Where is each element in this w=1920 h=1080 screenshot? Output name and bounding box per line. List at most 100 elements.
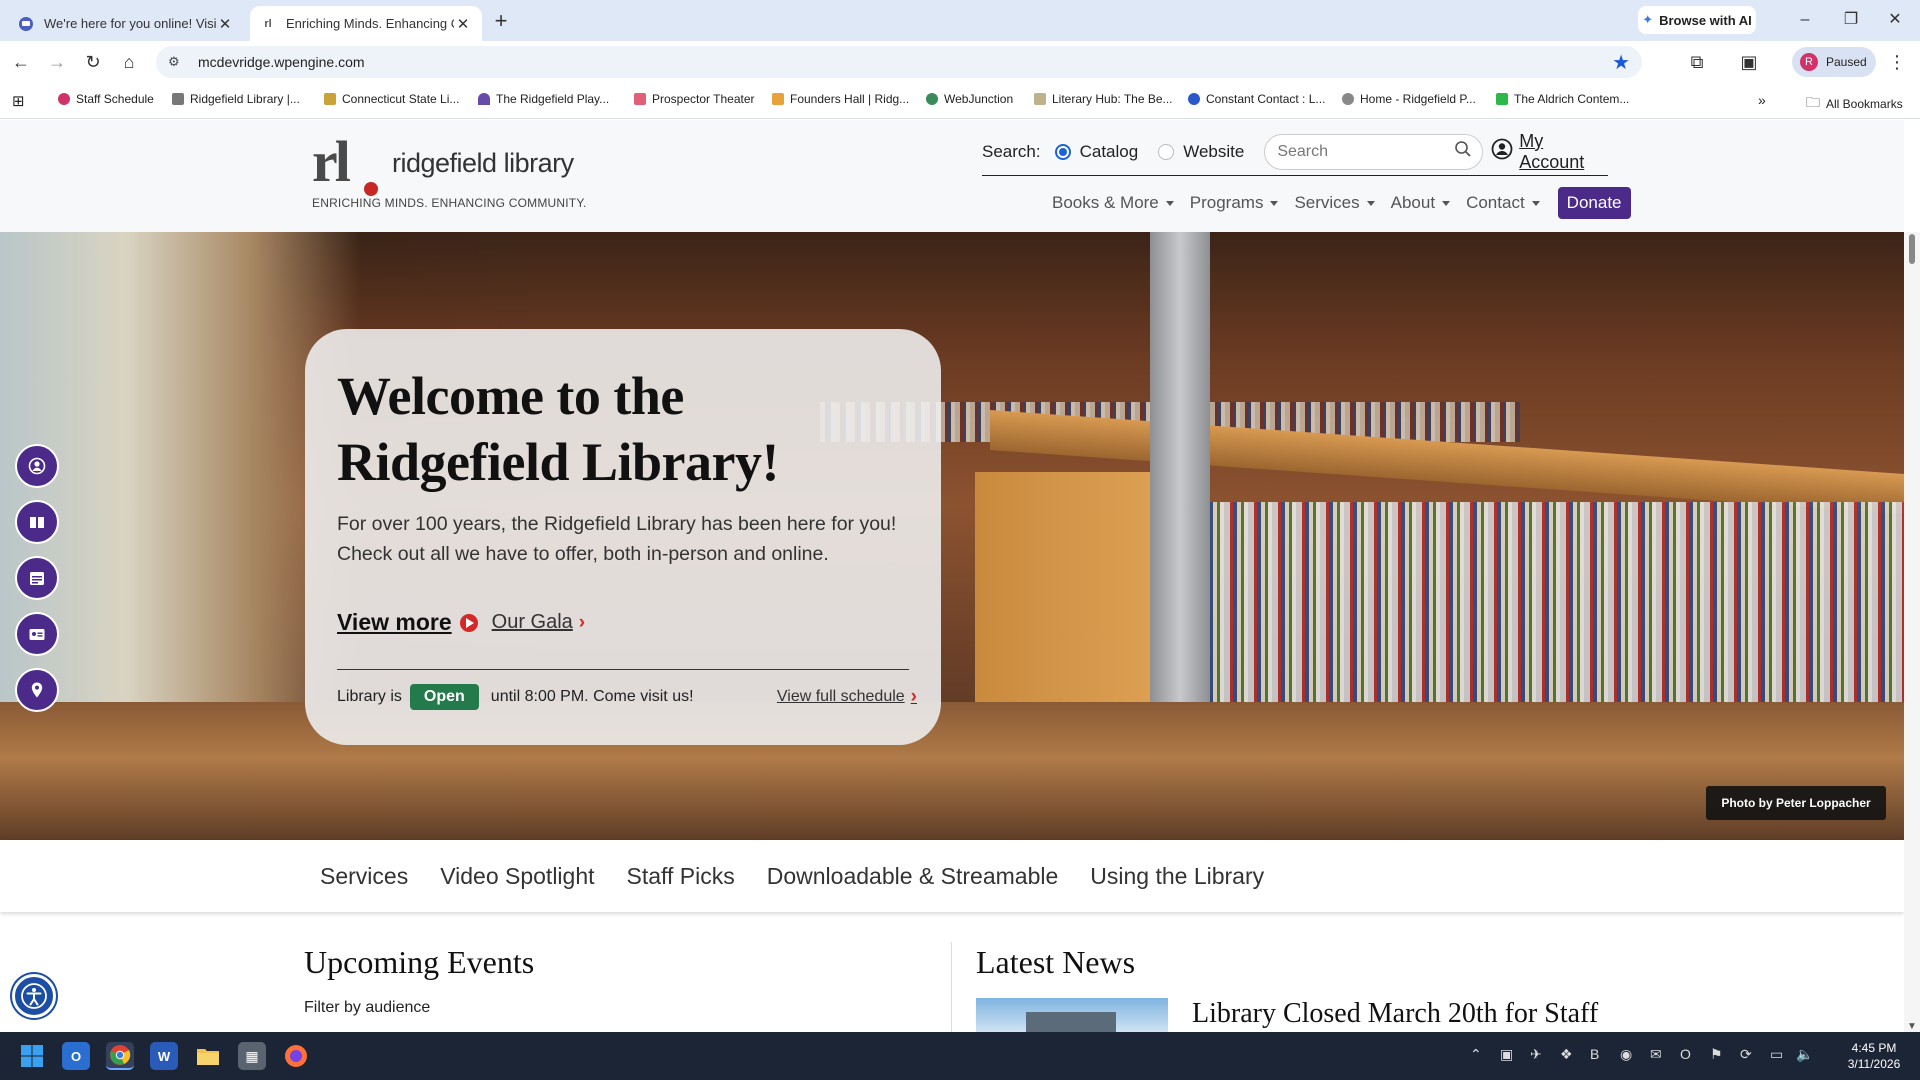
reload-icon[interactable]: ↻ (80, 49, 106, 75)
word-taskbar-icon[interactable]: W (150, 1042, 178, 1070)
firefox-icon[interactable] (282, 1042, 310, 1070)
search-icon[interactable] (1454, 140, 1472, 163)
more-bookmarks-icon[interactable]: » (1758, 92, 1766, 108)
hero-title: Welcome to the Ridgefield Library! (337, 366, 779, 492)
bookmark-ct-state-library[interactable]: Connecticut State Li... (324, 92, 459, 106)
bookmark-ridgefield-playhouse[interactable]: The Ridgefield Play... (478, 92, 609, 106)
catalog-radio-label[interactable]: Catalog (1080, 142, 1139, 162)
tray-overflow-icon[interactable]: ⌃ (1470, 1046, 1482, 1063)
browser-tab-2[interactable]: rl Enriching Minds. Enhancing Co ✕ (250, 6, 482, 41)
nav-services[interactable]: Services (1294, 193, 1375, 213)
file-explorer-icon[interactable] (194, 1042, 222, 1070)
view-more-link[interactable]: View more (337, 609, 452, 636)
nav-label: About (1390, 193, 1436, 212)
new-tab-button[interactable]: + (490, 8, 512, 34)
bookmark-home-ridgefield[interactable]: Home - Ridgefield P... (1342, 92, 1476, 106)
bookmark-literary-hub[interactable]: Literary Hub: The Be... (1034, 92, 1173, 106)
tab-services[interactable]: Services (320, 863, 408, 890)
bookmark-favicon-icon (1496, 93, 1508, 105)
website-radio-label[interactable]: Website (1183, 142, 1244, 162)
chrome-taskbar-icon[interactable] (106, 1042, 134, 1070)
app-tray-icon[interactable]: ◉ (1620, 1046, 1632, 1063)
browse-with-ai-button[interactable]: ✦ Browse with AI (1638, 6, 1756, 34)
tab-video-spotlight[interactable]: Video Spotlight (440, 863, 594, 890)
our-gala-link[interactable]: Our Gala (492, 611, 573, 634)
hero-links: View more Our Gala › (337, 609, 585, 636)
bookmark-founders-hall[interactable]: Founders Hall | Ridg... (772, 92, 909, 106)
news-thumbnail[interactable] (976, 998, 1168, 1032)
url-text[interactable]: mcdevridge.wpengine.com (198, 54, 365, 70)
hero-banner: Welcome to the Ridgefield Library! For o… (0, 232, 1904, 840)
bluetooth-tray-icon[interactable]: B (1590, 1046, 1599, 1062)
minimize-icon[interactable]: – (1790, 6, 1820, 34)
outlook-taskbar-icon[interactable]: O (62, 1042, 90, 1070)
account-icon[interactable] (15, 444, 59, 488)
bookmark-staff-schedule[interactable]: Staff Schedule (58, 92, 154, 106)
accessibility-icon[interactable] (12, 974, 56, 1018)
nav-contact[interactable]: Contact (1466, 193, 1540, 213)
location-icon[interactable] (15, 668, 59, 712)
page-scrollbar[interactable]: ▼ (1904, 232, 1920, 1032)
caret-down-icon (1270, 200, 1279, 206)
profile-button[interactable]: R Paused (1792, 47, 1876, 77)
nav-programs[interactable]: Programs (1190, 193, 1279, 213)
bookmark-star-icon[interactable]: ★ (1612, 50, 1630, 75)
view-full-schedule-link[interactable]: View full schedule › (777, 686, 917, 708)
all-bookmarks-button[interactable]: 🗀 All Bookmarks (1806, 92, 1903, 116)
bookmark-label: Connecticut State Li... (342, 92, 460, 106)
home-icon[interactable]: ⌂ (116, 49, 142, 75)
close-tab-icon[interactable]: ✕ (454, 15, 472, 33)
windows-start-icon[interactable] (18, 1042, 46, 1070)
catalog-radio[interactable] (1054, 143, 1071, 160)
display-tray-icon[interactable]: ▭ (1770, 1046, 1783, 1063)
restore-icon[interactable]: ❐ (1836, 6, 1866, 34)
website-radio[interactable] (1158, 143, 1175, 160)
sync-tray-icon[interactable]: ⟳ (1740, 1046, 1752, 1063)
bookmark-aldrich[interactable]: The Aldrich Contem... (1496, 92, 1629, 106)
vpn-tray-icon[interactable]: ⚑ (1710, 1046, 1723, 1063)
my-account-link[interactable]: My Account (1491, 131, 1608, 173)
caret-down-icon (1366, 200, 1375, 206)
tab-staff-picks[interactable]: Staff Picks (627, 863, 735, 890)
search-box[interactable] (1264, 133, 1484, 170)
mail-tray-icon[interactable]: ✉ (1650, 1046, 1662, 1063)
apps-grid-icon[interactable]: ⊞ (12, 92, 25, 110)
outlook-tray-icon[interactable]: O (1680, 1046, 1691, 1062)
extensions-icon[interactable]: ⧉ (1684, 49, 1710, 75)
news-headline-link[interactable]: Library Closed March 20th for Staff (1192, 998, 1598, 1030)
bookmark-webjunction[interactable]: WebJunction (926, 92, 1013, 106)
bookmark-favicon-icon (478, 93, 490, 105)
bookmark-label: Prospector Theater (652, 92, 755, 106)
donate-button[interactable]: Donate (1557, 187, 1631, 219)
close-window-icon[interactable]: ✕ (1880, 6, 1910, 34)
tab-downloadable-streamable[interactable]: Downloadable & Streamable (767, 863, 1059, 890)
close-tab-icon[interactable]: ✕ (216, 15, 234, 33)
play-circle-icon[interactable] (459, 613, 478, 632)
calculator-icon[interactable]: ▦ (238, 1042, 266, 1070)
book-icon[interactable] (15, 500, 59, 544)
user-circle-icon (1491, 138, 1513, 165)
scroll-down-arrow-icon[interactable]: ▼ (1907, 1021, 1917, 1032)
bookmark-prospector-theater[interactable]: Prospector Theater (634, 92, 755, 106)
browser-tab-1[interactable]: We're here for you online! Visit ✕ (8, 6, 244, 41)
teams-tray-icon[interactable]: ▣ (1500, 1046, 1513, 1063)
nav-books-more[interactable]: Books & More (1052, 193, 1174, 213)
volume-icon[interactable]: 🔈 (1796, 1046, 1813, 1063)
omnibox[interactable]: ⚙ mcdevridge.wpengine.com ★ (156, 46, 1642, 78)
scrollbar-thumb[interactable] (1909, 234, 1915, 264)
tab-using-the-library[interactable]: Using the Library (1090, 863, 1264, 890)
search-input[interactable] (1277, 142, 1455, 161)
menu-kebab-icon[interactable]: ⋮ (1884, 49, 1910, 75)
forward-icon[interactable]: → (44, 49, 70, 75)
card-icon[interactable] (15, 612, 59, 656)
bookmark-ridgefield-library[interactable]: Ridgefield Library |... (172, 92, 300, 106)
system-clock[interactable]: 4:45 PM 3/11/2026 (1834, 1040, 1914, 1072)
tab-search-icon[interactable]: ▣ (1736, 49, 1762, 75)
network-tray-icon[interactable]: ✈ (1530, 1046, 1542, 1063)
back-icon[interactable]: ← (8, 49, 34, 75)
dropbox-tray-icon[interactable]: ❖ (1560, 1046, 1573, 1063)
bookmark-constant-contact[interactable]: Constant Contact : L... (1188, 92, 1325, 106)
calendar-icon[interactable] (15, 556, 59, 600)
site-info-icon[interactable]: ⚙ (168, 54, 184, 70)
nav-about[interactable]: About (1390, 193, 1451, 213)
